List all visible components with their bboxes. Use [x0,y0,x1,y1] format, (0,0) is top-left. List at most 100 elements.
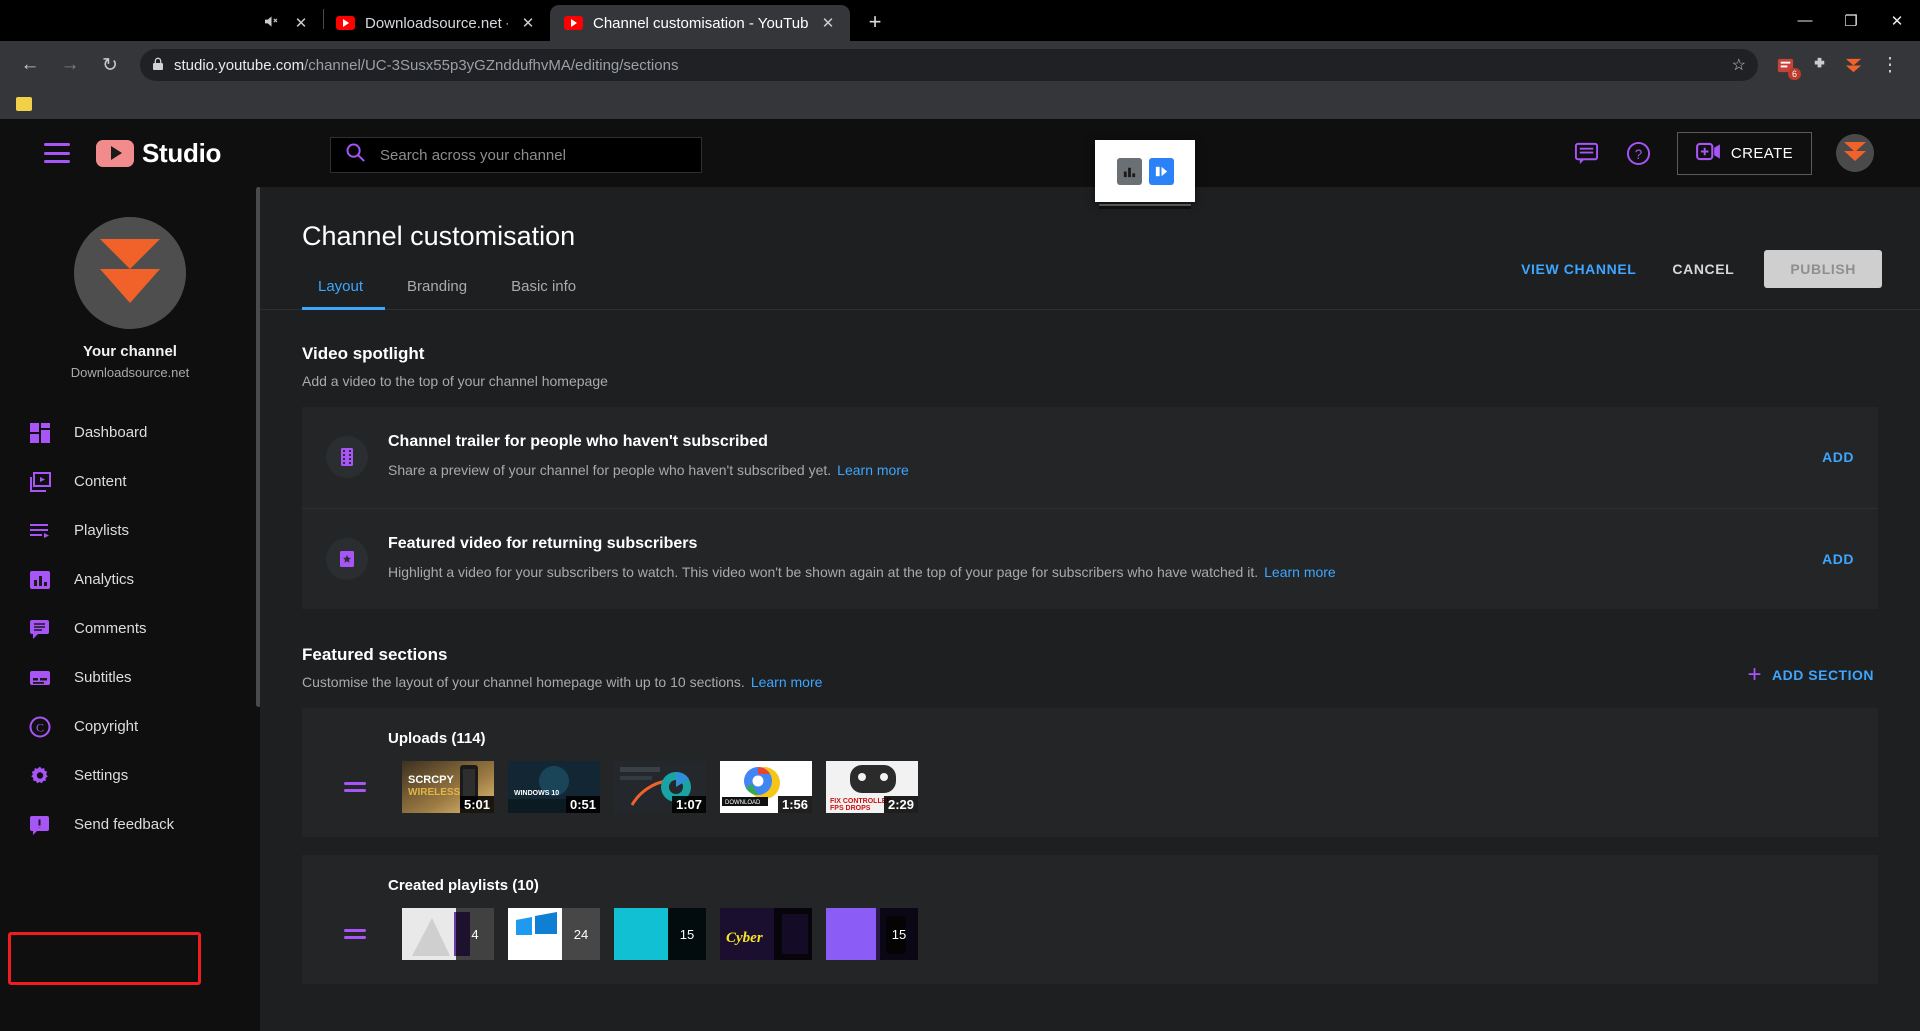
minimize-button[interactable]: — [1782,0,1828,41]
tab-close-icon-0[interactable]: ✕ [291,13,311,33]
extension-icon-downloadsource[interactable] [1838,50,1868,80]
sidebar-item-settings[interactable]: Settings [0,751,260,800]
close-window-button[interactable]: ✕ [1874,0,1920,41]
svg-text:DOWNLOAD: DOWNLOAD [725,800,761,806]
extension-icon-1[interactable]: 6 [1770,50,1801,80]
settings-gear-icon [28,764,52,788]
playlist-count: 4 [456,908,494,961]
tab-branding[interactable]: Branding [385,278,489,309]
help-icon[interactable]: ? [1625,139,1653,167]
playlist-count: 15 [668,908,706,961]
reload-button[interactable]: ↻ [92,47,128,83]
video-thumbnail[interactable]: WINDOWS 10 0:51 [508,761,600,814]
extension-badge-count: 6 [1788,68,1801,80]
sidebar-item-content[interactable]: Content [0,457,260,506]
playlist-thumbnail[interactable]: 15 [614,908,706,961]
analytics-icon [28,568,52,592]
youtube-favicon [564,16,583,30]
playlist-thumbnail[interactable]: 24 [508,908,600,961]
video-thumbnail[interactable]: SCRCPY WIRELESS 5:01 [402,761,494,814]
video-duration: 1:07 [671,796,706,814]
section-created-playlists: Created playlists (10) 4 24 15 Cyber 15 [302,855,1878,985]
tab-close-icon-2[interactable]: ✕ [818,13,838,33]
drag-handle-playlists[interactable] [344,929,366,940]
sidebar-label-send-feedback: Send feedback [74,816,175,833]
video-duration: 5:01 [459,796,494,814]
featured-sections-header: Featured sections Customise the layout o… [260,609,1920,690]
new-tab-button[interactable]: + [858,5,892,39]
header-actions: ? CREATE [1573,131,1896,175]
bookmarks-bar [0,89,1920,119]
add-trailer-button[interactable]: ADD [1802,449,1854,465]
view-channel-button[interactable]: VIEW CHANNEL [1503,251,1654,287]
sidebar-item-copyright[interactable]: C Copyright [0,702,260,751]
learn-more-link-sections[interactable]: Learn more [751,674,823,690]
sidebar-item-playlists[interactable]: Playlists [0,506,260,555]
browser-tab-1[interactable]: ✕ Downloadsource.net - YouTube ✕ [250,5,550,41]
video-spotlight-title: Video spotlight [302,344,425,363]
spotlight-card-trailer-body: Channel trailer for people who haven't s… [388,433,1782,482]
cancel-button[interactable]: CANCEL [1654,251,1752,287]
publish-button[interactable]: PUBLISH [1764,250,1882,288]
subtitles-icon [28,666,52,690]
bookmark-star-icon[interactable]: ☆ [1732,55,1746,75]
url-domain: studio.youtube.com [174,56,305,74]
sidebar-item-send-feedback[interactable]: Send feedback [0,800,260,849]
page-title: Channel customisation [302,221,576,251]
playlist-thumbnail[interactable]: Cyber [720,908,812,961]
channel-avatar[interactable] [74,217,186,329]
spotlight-card-featured: Featured video for returning subscribers… [302,507,1878,610]
video-spotlight-cards: Channel trailer for people who haven't s… [302,407,1878,610]
learn-more-link-trailer[interactable]: Learn more [837,462,909,478]
browser-tab-2[interactable]: Channel customisation - YouTube ✕ [550,5,850,41]
account-avatar[interactable] [1836,134,1874,172]
playlist-thumbnail[interactable]: 15 [826,908,918,961]
section-playlists-row: 4 24 15 Cyber 15 [324,908,1856,961]
sidebar-label-subtitles: Subtitles [74,669,132,686]
media-preview-icon[interactable] [1148,157,1174,185]
url-text: studio.youtube.com/channel/UC-3Susx55p3y… [174,57,678,74]
extensions-puzzle-icon[interactable] [1804,50,1834,80]
hamburger-menu-icon[interactable] [44,143,70,163]
playlist-thumbnail[interactable]: 4 [402,908,494,961]
playlist-count: 24 [562,908,600,961]
featured-video-icon [326,538,368,581]
add-featured-button[interactable]: ADD [1802,551,1854,567]
sidebar-label-settings: Settings [74,767,129,784]
sidebar-item-analytics[interactable]: Analytics [0,555,260,604]
video-duration: 1:56 [777,796,812,814]
video-thumbnail[interactable]: 1:07 [614,761,706,814]
search-bar[interactable] [330,137,702,173]
back-button[interactable]: ← [12,47,48,83]
floating-preview-popup[interactable] [1095,140,1195,209]
sidebar-item-dashboard[interactable]: Dashboard [0,408,260,457]
studio-logo[interactable]: Studio [96,138,221,169]
browser-menu-button[interactable]: ⋮ [1872,47,1908,83]
settings-highlight-box [8,932,201,985]
video-thumbnail[interactable]: FIX CONTROLLER FPS DROPS 2:29 [826,761,918,814]
add-section-button[interactable]: + ADD SECTION [1748,663,1878,687]
address-bar[interactable]: studio.youtube.com/channel/UC-3Susx55p3y… [140,49,1758,81]
tab-basic-info[interactable]: Basic info [489,278,598,309]
chart-preview-icon[interactable] [1116,157,1142,185]
comment-icon[interactable] [1573,139,1601,167]
video-duration: 2:29 [883,796,918,814]
studio-sidebar: Your channel Downloadsource.net Dashboar… [0,187,260,1031]
tab-mute-icon[interactable] [264,15,279,31]
learn-more-link-featured[interactable]: Learn more [1264,564,1336,580]
feedback-icon [28,813,52,837]
lock-icon [152,57,164,74]
youtube-favicon [336,16,355,30]
sidebar-label-copyright: Copyright [74,718,139,735]
drag-handle-uploads[interactable] [344,782,366,793]
tab-layout[interactable]: Layout [302,278,386,310]
video-thumbnail[interactable]: DOWNLOAD 1:56 [720,761,812,814]
bookmark-folder-icon[interactable] [16,97,32,111]
sidebar-item-comments[interactable]: Comments [0,604,260,653]
sidebar-item-subtitles[interactable]: Subtitles [0,653,260,702]
search-input[interactable] [380,146,687,164]
forward-button[interactable]: → [52,47,88,83]
create-button[interactable]: CREATE [1676,131,1812,175]
tab-close-icon-1[interactable]: ✕ [518,13,538,33]
maximize-button[interactable]: ❐ [1828,0,1874,41]
